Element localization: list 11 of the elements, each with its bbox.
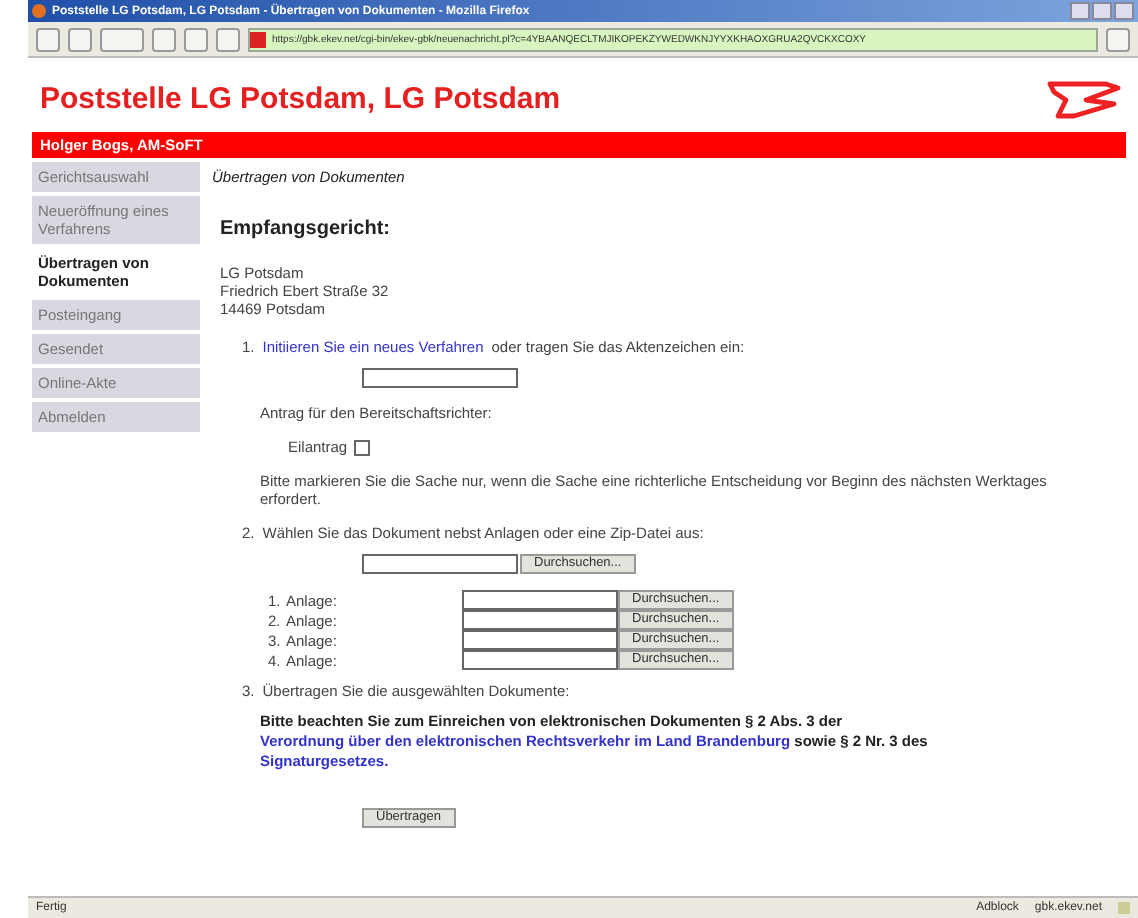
page-title: Poststelle LG Potsdam, LG Potsdam [40, 81, 561, 115]
attachment-file-field[interactable] [462, 650, 618, 670]
attachment-file-field[interactable] [462, 610, 618, 630]
section-heading: Empfangsgericht: [220, 218, 393, 240]
document-file-field[interactable] [362, 554, 518, 574]
logo-icon [1046, 76, 1122, 120]
urgent-checkbox[interactable] [353, 439, 370, 455]
case-number-field[interactable] [362, 368, 518, 388]
attachment-file-field[interactable] [462, 630, 618, 650]
site-icon [250, 31, 266, 47]
attachment-file-field[interactable] [462, 590, 618, 610]
